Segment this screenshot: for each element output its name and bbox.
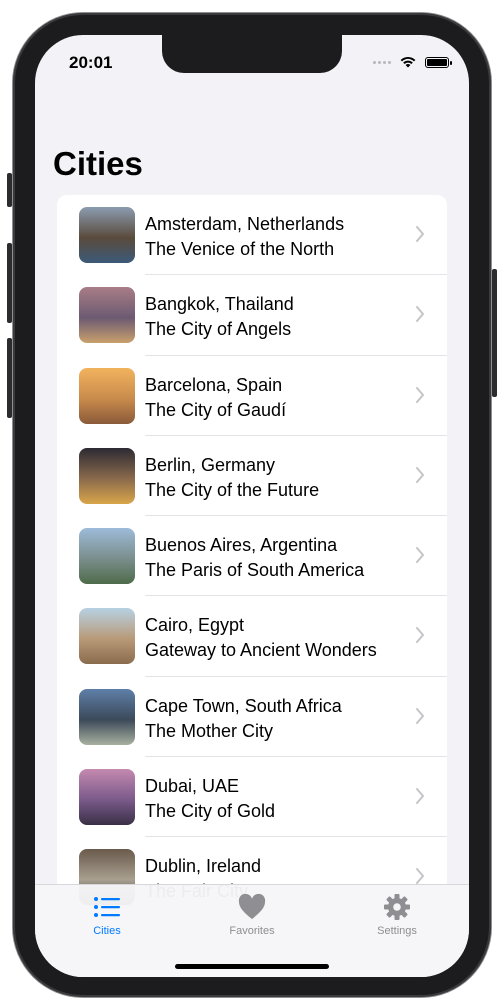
screen: 20:01 Cities Amsterdam, Netherlands The V… [35, 35, 469, 977]
city-row[interactable]: Buenos Aires, Argentina The Paris of Sout… [57, 516, 447, 597]
city-text: Buenos Aires, Argentina The Paris of Sout… [145, 533, 364, 583]
city-tagline: The City of Gaudí [145, 399, 287, 420]
city-text: Dubai, UAE The City of Gold [145, 774, 275, 824]
heart-icon [238, 893, 266, 919]
side-button-mute [7, 173, 12, 207]
city-row[interactable]: Cape Town, South Africa The Mother City [57, 677, 447, 758]
side-button-volume-up [7, 243, 12, 323]
city-name: Barcelona, Spain [145, 374, 283, 395]
tab-cities[interactable]: Cities [57, 893, 157, 937]
status-icons [373, 55, 452, 69]
wifi-icon [400, 56, 416, 68]
city-row[interactable]: Berlin, Germany The City of the Future [57, 436, 447, 517]
city-name: Dublin, Ireland [145, 856, 262, 877]
city-tagline: The Mother City [145, 720, 274, 741]
city-name: Cairo, Egypt [145, 615, 245, 636]
chevron-right-icon [416, 868, 424, 885]
status-time: 20:01 [69, 53, 113, 72]
chevron-right-icon [416, 707, 424, 724]
city-name: Buenos Aires, Argentina [145, 535, 338, 556]
city-thumbnail [79, 287, 135, 344]
tab-favorites[interactable]: Favorites [202, 893, 302, 937]
battery-icon [425, 56, 452, 68]
city-thumbnail [79, 769, 135, 826]
city-tagline: The Venice of the North [145, 239, 335, 259]
city-thumbnail [79, 207, 135, 263]
city-thumbnail [79, 528, 135, 585]
notch [162, 35, 342, 73]
city-thumbnail [79, 367, 135, 424]
side-button-power [492, 269, 497, 397]
city-text: Cairo, Egypt Gateway to Ancient Wonders [145, 613, 377, 663]
chevron-right-icon [416, 466, 424, 483]
tab-label: Cities [93, 925, 121, 937]
city-name: Dubai, UAE [145, 776, 240, 797]
side-button-volume-down [7, 338, 12, 418]
city-name: Cape Town, South Africa [145, 695, 342, 716]
city-list: Amsterdam, Netherlands The Venice of the … [57, 195, 447, 925]
tab-settings[interactable]: Settings [347, 893, 447, 937]
city-text: Berlin, Germany The City of the Future [145, 453, 319, 503]
tab-bar: Cities Favorites Settings [35, 884, 469, 977]
city-text: Barcelona, Spain The City of Gaudí [145, 373, 286, 423]
chevron-right-icon [416, 386, 424, 403]
list-icon [94, 897, 120, 917]
city-name: Berlin, Germany [145, 454, 276, 475]
city-text: Bangkok, Thailand The City of Angels [145, 292, 294, 342]
city-tagline: The City of Gold [145, 801, 276, 822]
chevron-right-icon [416, 306, 424, 323]
page-title: Cities [53, 145, 143, 182]
tab-label: Favorites [229, 925, 275, 937]
city-tagline: Gateway to Ancient Wonders [145, 640, 377, 661]
chevron-right-icon [416, 788, 424, 805]
chevron-right-icon [416, 547, 424, 564]
city-thumbnail [79, 447, 135, 504]
tab-label: Settings [377, 925, 417, 937]
city-row[interactable]: Amsterdam, Netherlands The Venice of the … [57, 195, 447, 276]
city-thumbnail [79, 608, 135, 665]
city-text: Amsterdam, Netherlands The Venice of the … [145, 212, 344, 262]
chevron-right-icon [416, 226, 424, 242]
city-name: Bangkok, Thailand [145, 294, 294, 315]
cellular-signal-icon [373, 60, 391, 64]
city-tagline: The Paris of South America [145, 560, 365, 581]
city-thumbnail [79, 688, 135, 745]
home-indicator[interactable] [175, 964, 329, 969]
city-row[interactable]: Dubai, UAE The City of Gold [57, 757, 447, 838]
city-row[interactable]: Cairo, Egypt Gateway to Ancient Wonders [57, 596, 447, 677]
gear-icon [384, 894, 410, 920]
chevron-right-icon [416, 627, 424, 644]
city-row[interactable]: Barcelona, Spain The City of Gaudí [57, 356, 447, 436]
city-tagline: The City of Angels [145, 319, 292, 340]
city-row[interactable]: Bangkok, Thailand The City of Angels [57, 275, 447, 356]
city-text: Cape Town, South Africa The Mother City [145, 694, 342, 744]
city-name: Amsterdam, Netherlands [145, 214, 345, 234]
city-tagline: The City of the Future [145, 479, 320, 500]
